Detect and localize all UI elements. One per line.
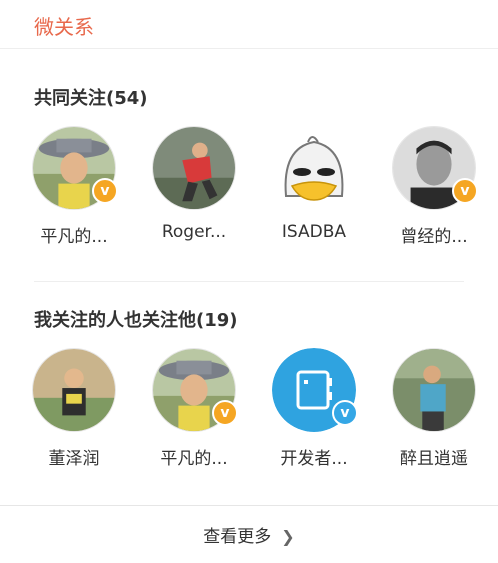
mutual-follows-row: 董泽润 v 平凡的... v 开发者... 醉且逍遥	[0, 348, 498, 469]
section-title-common-follows: 共同关注(54)	[34, 88, 148, 109]
user-name[interactable]: 平凡的...	[19, 222, 129, 247]
panel-header: 微关系	[0, 0, 498, 49]
user-card[interactable]: 醉且逍遥	[379, 348, 489, 469]
user-name[interactable]: Roger...	[139, 222, 249, 242]
chevron-right-icon: ❯	[281, 527, 295, 546]
section-title-mutual-follows: 我关注的人也关注他(19)	[34, 310, 238, 331]
user-card[interactable]: v 平凡的...	[19, 126, 129, 247]
user-card[interactable]: v 开发者...	[259, 348, 369, 469]
user-card[interactable]: v 曾经的...	[379, 126, 489, 247]
user-name[interactable]: 董泽润	[19, 444, 129, 469]
verified-badge-icon: v	[212, 400, 238, 426]
user-name[interactable]: ISADBA	[259, 222, 369, 242]
avatar[interactable]	[32, 348, 116, 432]
view-more-link[interactable]: 查看更多 ❯	[0, 522, 498, 547]
avatar[interactable]	[152, 126, 236, 210]
avatar[interactable]	[392, 348, 476, 432]
verified-badge-icon: v	[92, 178, 118, 204]
verified-badge-icon: v	[452, 178, 478, 204]
user-card[interactable]: v 平凡的...	[139, 348, 249, 469]
user-name[interactable]: 曾经的...	[379, 222, 489, 247]
panel-footer: 查看更多 ❯	[0, 505, 498, 563]
relationship-panel: 微关系 共同关注(54) v 平凡的... Roger... ISADBA v …	[0, 0, 498, 562]
user-card[interactable]: 董泽润	[19, 348, 129, 469]
avatar[interactable]	[272, 126, 356, 210]
user-card[interactable]: ISADBA	[259, 126, 369, 246]
user-name[interactable]: 平凡的...	[139, 444, 249, 469]
verified-badge-icon: v	[332, 400, 358, 426]
user-card[interactable]: Roger...	[139, 126, 249, 246]
view-more-label[interactable]: 查看更多	[203, 527, 271, 547]
section-divider	[34, 281, 464, 282]
user-name[interactable]: 醉且逍遥	[379, 444, 489, 469]
user-name[interactable]: 开发者...	[259, 444, 369, 469]
common-follows-row: v 平凡的... Roger... ISADBA v 曾经的...	[0, 126, 498, 247]
panel-title: 微关系	[34, 15, 94, 39]
